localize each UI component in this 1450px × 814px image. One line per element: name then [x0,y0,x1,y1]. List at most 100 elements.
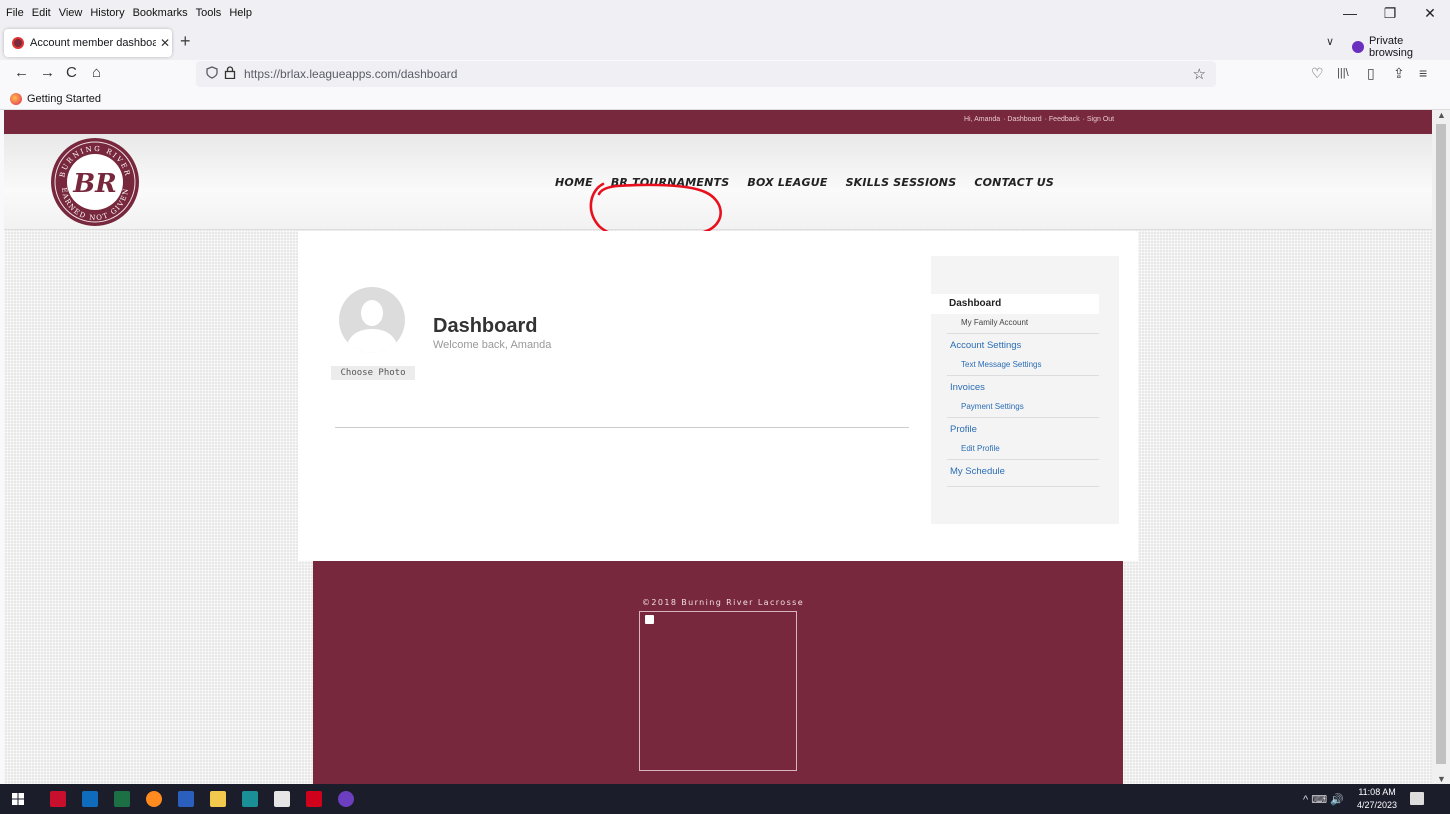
extensions-icon[interactable]: ⇪ [1393,65,1405,82]
side-menu-my-schedule[interactable]: My Schedule [950,465,1005,479]
clock-time: 11:08 AM [1358,787,1396,797]
scroll-down-icon[interactable]: ▼ [1437,774,1446,784]
outlook-icon[interactable] [82,791,98,807]
menu-edit[interactable]: Edit [32,7,51,19]
nav-br-tournaments[interactable]: BR TOURNAMENTS [611,176,730,189]
main-content: Choose Photo Dashboard Welcome back, Ama… [298,231,1138,561]
side-menu-dashboard[interactable]: Dashboard [931,294,1099,314]
content-divider [335,427,909,428]
url-text: https://brlax.leagueapps.com/dashboard [244,67,458,81]
close-tab-icon[interactable]: ✕ [160,36,170,50]
close-window-button[interactable]: ✕ [1410,0,1450,26]
navigation-toolbar: ← → C ⌂ https://brlax.leagueapps.com/das… [0,60,1450,88]
nav-contact-us[interactable]: CONTACT US [974,176,1054,189]
scrollbar-thumb[interactable] [1436,124,1446,764]
side-menu-invoices[interactable]: Invoices [950,381,985,395]
firefox-private-icon[interactable] [338,791,354,807]
tab-dashboard[interactable]: Account member dashboard : B ✕ [4,29,172,57]
page-viewport: Hi, Amanda · Dashboard · Feedback · Sign… [4,110,1432,784]
menu-tools[interactable]: Tools [196,7,222,19]
main-navigation: HOME BR TOURNAMENTS BOX LEAGUE SKILLS SE… [555,176,1072,189]
sidebar-icon[interactable]: ▯ [1367,65,1375,82]
bookmark-star-icon[interactable]: ☆ [1193,65,1206,83]
nav-box-league[interactable]: BOX LEAGUE [747,176,827,189]
site-footer: ©2018 Burning River Lacrosse [313,561,1123,784]
side-menu-text-message-settings[interactable]: Text Message Settings [961,358,1041,372]
windows-start-icon[interactable] [12,793,24,805]
library-icon[interactable]: |||\ [1337,67,1349,79]
bookmarks-toolbar: Getting Started [0,88,1450,110]
forward-arrow-icon[interactable]: → [40,64,55,81]
reload-icon[interactable]: C [66,64,77,81]
feedback-link[interactable]: · Feedback [1045,116,1080,123]
side-menu-separator [947,459,1099,460]
home-icon[interactable]: ⌂ [92,64,101,81]
menu-history[interactable]: History [90,7,124,19]
user-links: Hi, Amanda · Dashboard · Feedback · Sign… [964,116,1115,123]
excel-icon[interactable] [114,791,130,807]
new-tab-button[interactable]: + [180,31,191,52]
side-menu-family-account[interactable]: My Family Account [961,316,1028,330]
side-menu-account-settings[interactable]: Account Settings [950,339,1021,353]
site-favicon-icon [12,37,24,49]
private-browsing-label: Private browsing [1368,35,1413,59]
menu-bookmarks[interactable]: Bookmarks [133,7,188,19]
word-icon[interactable] [178,791,194,807]
side-menu-payment-settings[interactable]: Payment Settings [961,400,1024,414]
window-controls: — ❐ ✕ [1330,0,1450,26]
menu-file[interactable]: File [6,7,24,19]
avatar-placeholder-icon [339,287,405,353]
side-menu-separator [947,486,1099,487]
side-menu-profile[interactable]: Profile [950,423,977,437]
burning-river-logo[interactable]: BURNING RIVER EARNED NOT GIVEN BR [50,137,140,227]
app-menu-icon[interactable]: ≡ [1419,65,1427,81]
pocket-icon[interactable]: ♡ [1311,65,1324,82]
copyright-text: ©2018 Burning River Lacrosse [641,598,805,607]
user-strip: Hi, Amanda · Dashboard · Feedback · Sign… [4,110,1432,134]
back-arrow-icon[interactable]: ← [14,64,29,81]
choose-photo-button[interactable]: Choose Photo [331,366,415,380]
taskbar-clock[interactable]: 11:08 AM 4/27/2023 [1357,786,1397,812]
minimize-button[interactable]: — [1330,0,1370,26]
lock-icon[interactable] [224,66,236,82]
firefox-icon [10,92,22,105]
side-menu-separator [947,375,1099,376]
notification-icon[interactable] [1410,792,1424,805]
address-bar[interactable]: https://brlax.leagueapps.com/dashboard ☆ [196,61,1216,87]
nav-skills-sessions[interactable]: SKILLS SESSIONS [846,176,957,189]
nav-home[interactable]: HOME [555,176,593,189]
private-mask-icon [1352,41,1364,53]
tab-bar: Account member dashboard : B ✕ + ∨ Priva… [0,26,1450,60]
taskbar-app-q-icon[interactable] [50,791,66,807]
tab-title: Account member dashboard : B [30,37,156,49]
social-widget-frame [639,611,797,771]
sign-out-link[interactable]: · Sign Out [1083,116,1115,123]
document-icon[interactable] [274,791,290,807]
firefox-taskbar-icon[interactable] [146,791,162,807]
menu-view[interactable]: View [59,7,83,19]
page-title: Dashboard [433,315,538,337]
welcome-message: Welcome back, Amanda [433,339,552,351]
site-header: BURNING RIVER EARNED NOT GIVEN BR HOME B… [4,134,1432,242]
system-tray[interactable]: ^ ⌨ 🔊 [1303,793,1344,806]
list-tabs-chevron-icon[interactable]: ∨ [1326,35,1334,48]
broken-image-icon [645,615,654,624]
acrobat-icon[interactable] [306,791,322,807]
side-menu-separator [947,333,1099,334]
file-explorer-icon[interactable] [210,791,226,807]
menu-help[interactable]: Help [229,7,252,19]
logo-monogram: BR [72,169,117,199]
private-browsing-indicator: Private browsing [1352,35,1450,59]
side-menu-separator [947,417,1099,418]
scroll-up-icon[interactable]: ▲ [1437,110,1446,120]
page-scrollbar[interactable]: ▲ ▼ [1432,110,1450,784]
tracking-shield-icon[interactable] [206,66,218,82]
account-side-menu: Dashboard My Family Account Account Sett… [931,256,1119,524]
side-menu-edit-profile[interactable]: Edit Profile [961,442,1000,456]
bookmark-getting-started[interactable]: Getting Started [27,93,101,105]
restore-button[interactable]: ❐ [1370,0,1410,26]
windows-taskbar: ^ ⌨ 🔊 11:08 AM 4/27/2023 [0,784,1450,814]
greeting-text: Hi, Amanda [964,116,1001,123]
dashboard-link[interactable]: · Dashboard [1003,116,1042,123]
taskbar-app-teal-icon[interactable] [242,791,258,807]
